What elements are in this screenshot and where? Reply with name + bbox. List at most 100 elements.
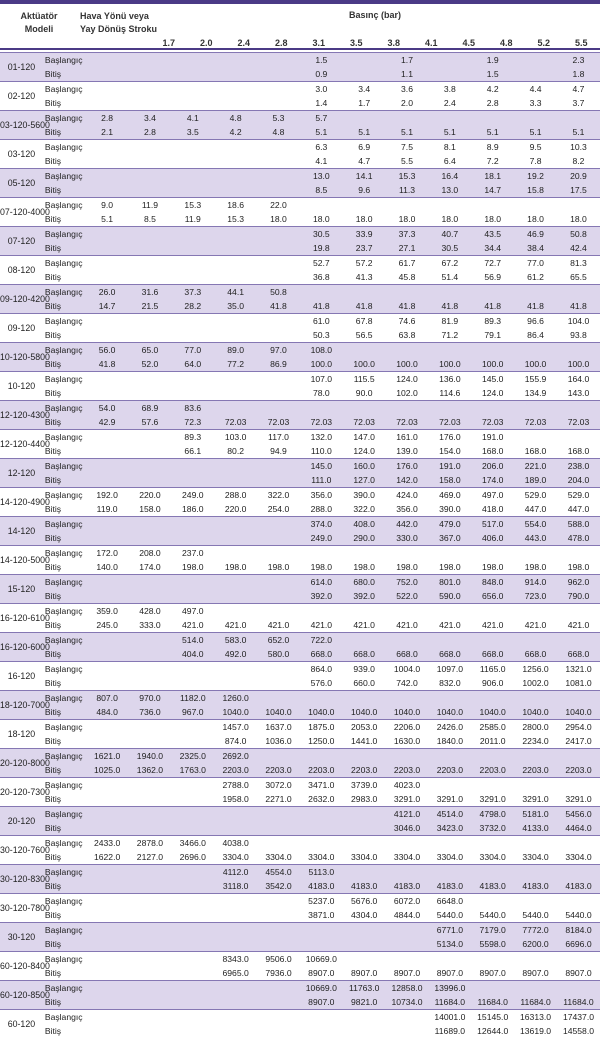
- torque-value: 1763.0: [171, 763, 215, 778]
- torque-value: [214, 806, 258, 821]
- torque-value: 2585.0: [471, 719, 515, 734]
- torque-value: 10.3: [556, 139, 600, 154]
- start-label: Başlangıç: [42, 632, 86, 647]
- torque-value: 21.5: [128, 299, 172, 314]
- torque-value: 3291.0: [522, 794, 549, 804]
- end-label: Bitiş: [44, 1026, 62, 1036]
- pressure-header: 2.8: [274, 38, 288, 48]
- torque-value: 8.5: [143, 214, 156, 224]
- end-label: Bitiş: [42, 125, 86, 140]
- end-row: Bitiş 8907.0 9821.0 10734.0 11684.0 11684.0 11…: [0, 995, 600, 1010]
- model-header-line2: Modeli: [24, 24, 54, 34]
- torque-value: [129, 792, 172, 807]
- torque-value: [257, 371, 300, 386]
- torque-value: 72.03: [299, 415, 343, 430]
- torque-value: [171, 1009, 215, 1024]
- model-cell: 15-120: [0, 574, 43, 604]
- model-cell: 05-120: [0, 168, 43, 198]
- model-cell: 08-120: [0, 255, 43, 285]
- torque-value: 51.4: [441, 272, 459, 282]
- torque-value: 832.0: [439, 678, 461, 688]
- torque-value: 56.5: [355, 330, 373, 340]
- torque-value: 529.0: [556, 487, 600, 502]
- torque-value: 66.1: [184, 446, 202, 456]
- torque-value: [85, 139, 129, 154]
- torque-value: 2954.0: [556, 719, 600, 734]
- torque-value: 5.7: [299, 110, 343, 125]
- torque-value: 41.8: [299, 299, 343, 314]
- torque-value: 906.0: [481, 678, 504, 688]
- torque-value: 1441.0: [351, 736, 378, 746]
- torque-value: [428, 342, 472, 357]
- torque-value: 6696.0: [556, 937, 600, 952]
- end-label: Bitiş: [44, 968, 62, 978]
- torque-value: [385, 632, 429, 647]
- torque-value: [214, 516, 258, 531]
- torque-value: 4.7: [556, 81, 600, 96]
- torque-value: [385, 110, 429, 125]
- torque-value: 30.5: [299, 226, 343, 241]
- torque-value: 1.5: [299, 52, 343, 67]
- torque-value: 142.0: [385, 473, 429, 488]
- torque-value: 421.0: [182, 620, 204, 630]
- torque-value: 2203.0: [428, 763, 472, 778]
- torque-value: [385, 603, 429, 618]
- torque-value: 172.0: [85, 545, 129, 560]
- torque-value: 90.0: [355, 388, 373, 398]
- torque-value: 2878.0: [128, 835, 172, 850]
- start-row: 02-120 Başlangıç 3.0 3.4 3.6 3.8 4.2 4.4 4.7: [0, 81, 600, 111]
- torque-value: [471, 197, 515, 212]
- torque-value: [514, 110, 557, 125]
- end-label: Bitiş: [42, 473, 86, 488]
- end-row: Bitiş 6965.0 7936.0 8907.0 8907.0 8907.0 8907.…: [0, 966, 600, 981]
- torque-value: [342, 806, 386, 821]
- torque-value: [128, 632, 172, 647]
- torque-value: [214, 661, 258, 676]
- torque-value: 6648.0: [428, 893, 472, 908]
- torque-value: 63.8: [398, 330, 416, 340]
- torque-value: 168.0: [567, 446, 590, 456]
- torque-value: 421.0: [267, 620, 290, 630]
- torque-value: 4.1: [171, 110, 215, 125]
- torque-value: 50.8: [556, 226, 600, 241]
- torque-value: 27.1: [385, 241, 429, 256]
- torque-value: [86, 328, 129, 343]
- torque-value: [171, 980, 215, 995]
- model-cell: 20-120-8000: [0, 748, 50, 778]
- torque-value: [85, 531, 129, 546]
- torque-value: 4.1: [315, 156, 328, 166]
- torque-value: [471, 893, 515, 908]
- torque-value: [128, 879, 172, 894]
- torque-value: 2011.0: [479, 736, 506, 746]
- torque-value: 9821.0: [342, 995, 386, 1010]
- torque-value: [214, 821, 258, 836]
- end-label: Bitiş: [42, 531, 86, 546]
- torque-value: [257, 531, 300, 546]
- start-label: Başlangıç: [42, 52, 86, 67]
- torque-value: 443.0: [514, 531, 557, 546]
- torque-value: 1040.0: [214, 705, 258, 720]
- torque-value: [471, 110, 515, 125]
- torque-value: 1040.0: [385, 705, 429, 720]
- torque-value: 4112.0: [214, 864, 258, 879]
- torque-value: 874.0: [224, 736, 247, 746]
- torque-value: 100.0: [428, 357, 472, 372]
- torque-value: [128, 313, 172, 328]
- start-label: Başlangıç: [42, 690, 86, 705]
- torque-value: [257, 980, 300, 995]
- torque-value: 723.0: [514, 589, 557, 604]
- torque-value: 3542.0: [257, 879, 300, 894]
- torque-value: 186.0: [182, 504, 204, 514]
- end-row: Bitiş 140.0 174.0 198.0 198.0 198.0 198.0 198.0…: [0, 560, 600, 575]
- torque-value: 5113.0: [299, 864, 343, 879]
- torque-value: 5.1: [556, 125, 600, 140]
- torque-value: [214, 531, 258, 546]
- torque-value: 100.0: [556, 357, 600, 372]
- torque-value: 406.0: [471, 531, 515, 546]
- torque-value: 5676.0: [342, 893, 386, 908]
- torque-value: [129, 328, 172, 343]
- torque-value: 238.0: [556, 458, 600, 473]
- torque-value: 7.2: [486, 156, 499, 166]
- torque-value: 17.5: [556, 183, 600, 198]
- pressure-header: 1.7: [162, 38, 175, 48]
